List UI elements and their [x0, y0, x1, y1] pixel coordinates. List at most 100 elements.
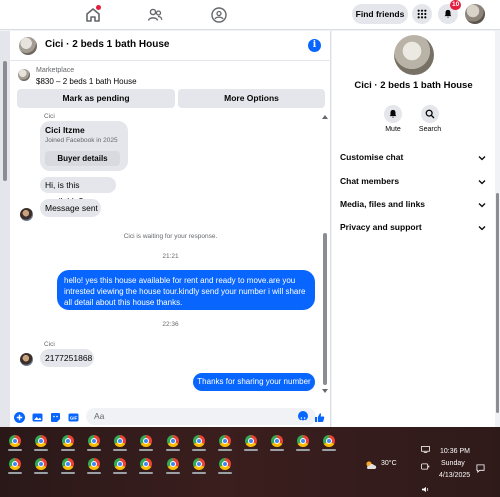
chat-panel: Cici · 2 beds 1 bath House i Marketplace…	[10, 31, 331, 427]
running-indicator	[139, 472, 153, 474]
browser-icon	[9, 435, 21, 447]
notification-center-icon[interactable]	[476, 460, 485, 478]
weather-icon[interactable]	[365, 457, 377, 469]
conversation-details-panel: Cici · 2 beds 1 bath House Mute Search C…	[332, 31, 495, 427]
conversation-avatar[interactable]	[394, 35, 434, 75]
more-options-button[interactable]: More Options	[178, 89, 325, 108]
message-bubble-outgoing: Thanks for sharing your number	[193, 373, 315, 391]
timestamp: 21:21	[162, 253, 179, 260]
profile-avatar[interactable]	[465, 4, 485, 24]
plus-icon[interactable]	[14, 410, 25, 423]
friends-icon[interactable]	[146, 6, 164, 24]
taskbar-browser-icon[interactable]	[33, 457, 49, 474]
buyer-details-button[interactable]: Buyer details	[45, 151, 120, 166]
chat-header: Cici · 2 beds 1 bath House i	[10, 31, 331, 61]
taskbar-browser-icon[interactable]	[86, 457, 102, 474]
taskbar-browser-icon[interactable]	[138, 434, 154, 451]
browser-icon	[62, 435, 74, 447]
running-indicator	[87, 472, 101, 474]
clock-date[interactable]: 4/13/2025	[439, 472, 470, 479]
find-friends-button[interactable]: Find friends	[352, 4, 408, 24]
volume-icon[interactable]	[421, 480, 430, 497]
running-indicator	[296, 449, 310, 451]
sticker-icon[interactable]	[50, 410, 61, 422]
listing-thumbnail[interactable]	[18, 69, 30, 81]
taskbar-browser-icon[interactable]	[60, 457, 76, 474]
search-icon	[425, 109, 435, 119]
browser-icon	[114, 458, 126, 470]
info-icon[interactable]: i	[308, 39, 321, 52]
groups-icon[interactable]	[210, 6, 228, 24]
clock-time[interactable]: 10:36 PM	[440, 448, 470, 455]
customise-chat-section[interactable]: Customise chat	[340, 152, 490, 166]
message-bubble-outgoing: hello! yes this house available for rent…	[57, 270, 315, 310]
chat-scrollbar-thumb[interactable]	[323, 233, 327, 385]
taskbar-browser-icon[interactable]	[269, 434, 285, 451]
sender-avatar[interactable]	[20, 208, 33, 221]
listing-title[interactable]: $830 – 2 beds 1 bath House	[36, 77, 137, 86]
taskbar-browser-icon[interactable]	[138, 457, 154, 474]
mark-as-pending-button[interactable]: Mark as pending	[17, 89, 175, 108]
taskbar-browser-icon[interactable]	[321, 434, 337, 451]
browser-icon	[9, 458, 21, 470]
timestamp: 22:36	[162, 321, 179, 328]
privacy-support-section[interactable]: Privacy and support	[340, 222, 490, 236]
chat-members-section[interactable]: Chat members	[340, 176, 490, 190]
scroll-down-arrow[interactable]	[322, 389, 328, 393]
browser-icon	[297, 435, 309, 447]
chat-scrollbar[interactable]	[322, 115, 328, 393]
chat-avatar[interactable]	[19, 37, 37, 55]
taskbar-browser-icon[interactable]	[191, 457, 207, 474]
chevron-down-icon	[478, 226, 486, 231]
top-navigation-bar: Find friends 10	[0, 0, 500, 30]
taskbar-browser-icon[interactable]	[112, 434, 128, 451]
taskbar-browser-icon[interactable]	[165, 457, 181, 474]
taskbar-browser-icon[interactable]	[7, 434, 23, 451]
left-scrollbar-thumb[interactable]	[3, 61, 7, 181]
page-scrollbar-thumb[interactable]	[496, 193, 499, 413]
taskbar-browser-icon[interactable]	[217, 457, 233, 474]
like-icon[interactable]	[314, 410, 325, 422]
sender-name: Cici	[44, 113, 55, 120]
taskbar-browser-icon[interactable]	[33, 434, 49, 451]
bell-icon	[389, 109, 397, 118]
taskbar-browser-icon[interactable]	[243, 434, 259, 451]
taskbar-browser-icon[interactable]	[217, 434, 233, 451]
temperature[interactable]: 30°C	[381, 460, 397, 467]
running-indicator	[218, 472, 232, 474]
chat-title[interactable]: Cici · 2 beds 1 bath House	[45, 39, 169, 50]
running-indicator	[244, 449, 258, 451]
image-icon[interactable]	[32, 410, 43, 422]
message-input[interactable]: Aa	[86, 408, 316, 425]
search-button[interactable]: Search	[416, 105, 444, 133]
running-indicator	[61, 449, 75, 451]
taskbar-browser-icon[interactable]	[86, 434, 102, 451]
mute-button[interactable]: Mute	[379, 105, 407, 133]
battery-icon[interactable]	[421, 457, 430, 475]
browser-icon	[62, 458, 74, 470]
taskbar-browser-icon[interactable]	[112, 457, 128, 474]
taskbar-browser-icon[interactable]	[165, 434, 181, 451]
network-icon[interactable]	[421, 440, 430, 458]
emoji-icon[interactable]	[298, 411, 308, 422]
media-files-links-section[interactable]: Media, files and links	[340, 199, 490, 213]
taskbar-browser-icon[interactable]	[191, 434, 207, 451]
taskbar-browser-icon[interactable]	[60, 434, 76, 451]
section-label: Chat members	[340, 176, 400, 186]
taskbar-browser-icon[interactable]	[7, 457, 23, 474]
section-label: Customise chat	[340, 152, 404, 162]
scroll-up-arrow[interactable]	[322, 115, 328, 119]
browser-icon	[271, 435, 283, 447]
page-scrollbar[interactable]	[495, 31, 500, 427]
running-indicator	[270, 449, 284, 451]
sender-avatar[interactable]	[20, 353, 33, 366]
browser-icon	[140, 458, 152, 470]
browser-icon	[35, 458, 47, 470]
grid-icon	[417, 9, 427, 19]
gif-icon[interactable]: GIF	[68, 410, 79, 422]
running-indicator	[34, 472, 48, 474]
menu-grid-button[interactable]	[412, 4, 432, 24]
taskbar-browser-icon[interactable]	[295, 434, 311, 451]
clock-day[interactable]: Sunday	[441, 460, 465, 467]
browser-icon	[88, 458, 100, 470]
